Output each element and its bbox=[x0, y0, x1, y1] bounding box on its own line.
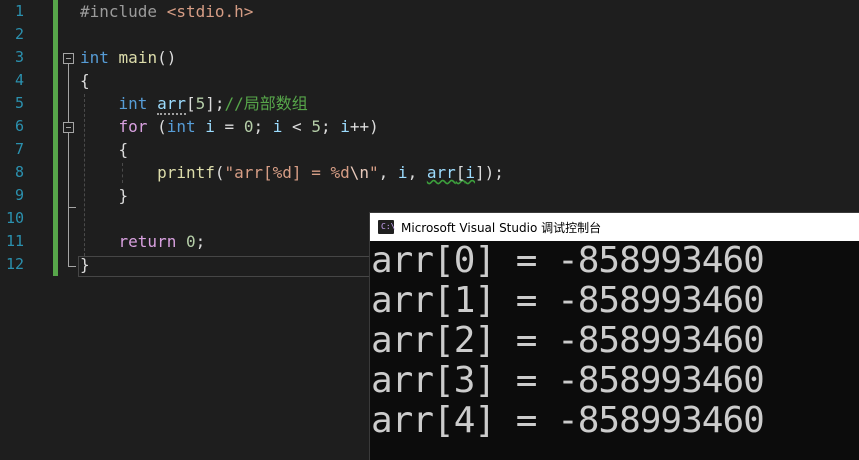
code-line-9[interactable]: 9 } bbox=[0, 184, 859, 207]
number: 5 bbox=[311, 117, 321, 136]
function-name: main bbox=[118, 48, 158, 67]
keyword: int bbox=[80, 48, 109, 67]
operator: ++) bbox=[349, 117, 379, 136]
line-number: 4 bbox=[14, 71, 24, 89]
line-number: 9 bbox=[14, 186, 24, 204]
line-number: 2 bbox=[14, 25, 24, 43]
code-line-4[interactable]: 4 { bbox=[0, 69, 859, 92]
code-line-7[interactable]: 7 { bbox=[0, 138, 859, 161]
escape-sequence: \n bbox=[349, 163, 369, 182]
keyword: for bbox=[118, 117, 148, 136]
punctuation: ( bbox=[157, 117, 167, 136]
punctuation: ; bbox=[320, 117, 331, 136]
code-line-3[interactable]: 3 int main() bbox=[0, 46, 859, 69]
code-line-6[interactable]: 6 for (int i = 0; i < 5; i++) bbox=[0, 115, 859, 138]
code-text: } bbox=[80, 253, 90, 276]
console-output-line: arr[2] = -858993460 bbox=[371, 320, 765, 361]
punctuation: ; bbox=[195, 232, 206, 251]
function-name: printf bbox=[157, 163, 215, 182]
console-app-icon: C:\ bbox=[378, 220, 396, 234]
console-output-line: arr[3] = -858993460 bbox=[371, 360, 765, 401]
punctuation: ( bbox=[214, 163, 225, 182]
console-output-line: arr[0] = -858993460 bbox=[371, 240, 765, 281]
operator: = bbox=[224, 117, 235, 136]
code-text: printf("arr[%d] = %d\n", i, arr[i]); bbox=[80, 161, 504, 184]
operator: < bbox=[292, 117, 302, 136]
debug-console-window[interactable]: C:\ Microsoft Visual Studio 调试控制台 arr[0]… bbox=[369, 212, 859, 460]
line-number: 8 bbox=[14, 163, 24, 181]
code-line-5[interactable]: 5 int arr[5];//局部数组 bbox=[0, 92, 859, 115]
punctuation: , bbox=[378, 163, 389, 182]
line-number: 7 bbox=[14, 140, 24, 158]
string-literal: "arr[%d] = %d bbox=[224, 163, 350, 182]
punctuation: ]; bbox=[205, 94, 225, 113]
brace: } bbox=[118, 186, 129, 205]
variable: i bbox=[272, 117, 283, 136]
keyword: int bbox=[118, 94, 148, 113]
brace: { bbox=[118, 140, 129, 159]
code-text: int main() bbox=[80, 46, 176, 69]
brace: } bbox=[80, 255, 90, 274]
variable: arr bbox=[157, 94, 186, 115]
code-text: int arr[5];//局部数组 bbox=[80, 92, 308, 115]
punctuation: ] bbox=[475, 163, 485, 182]
code-line-8[interactable]: 8 printf("arr[%d] = %d\n", i, arr[i]); bbox=[0, 161, 859, 184]
line-number: 3 bbox=[14, 48, 24, 66]
code-text: { bbox=[80, 69, 90, 92]
punctuation: () bbox=[157, 48, 177, 67]
punctuation: ); bbox=[484, 163, 504, 182]
line-number: 12 bbox=[5, 255, 24, 273]
code-line-1[interactable]: 1 #include <stdio.h> bbox=[0, 0, 859, 23]
line-number: 10 bbox=[5, 209, 24, 227]
punctuation: ; bbox=[253, 117, 264, 136]
code-text: return 0; bbox=[80, 230, 206, 253]
line-number: 5 bbox=[14, 94, 24, 112]
console-titlebar[interactable]: C:\ Microsoft Visual Studio 调试控制台 bbox=[370, 213, 859, 241]
line-number: 1 bbox=[14, 2, 24, 20]
code-text: { bbox=[80, 138, 129, 161]
variable: arr bbox=[426, 163, 456, 182]
console-app-icon-text: C:\ bbox=[381, 222, 396, 231]
punctuation: [ bbox=[455, 163, 466, 182]
line-number: 11 bbox=[5, 232, 24, 250]
string-literal: " bbox=[369, 163, 379, 182]
code-text: for (int i = 0; i < 5; i++) bbox=[80, 115, 379, 138]
console-output-line: arr[4] = -858993460 bbox=[371, 400, 765, 441]
code-text: #include <stdio.h> bbox=[80, 0, 253, 23]
number: 0 bbox=[185, 232, 196, 251]
variable: i bbox=[397, 163, 408, 182]
variable: i bbox=[340, 117, 350, 136]
code-line-2[interactable]: 2 bbox=[0, 23, 859, 46]
line-number: 6 bbox=[14, 117, 24, 135]
brace: { bbox=[80, 71, 90, 90]
include-header: <stdio.h> bbox=[166, 2, 254, 21]
code-text: } bbox=[80, 184, 129, 207]
number: 5 bbox=[195, 94, 206, 113]
punctuation: , bbox=[407, 163, 418, 182]
variable: i bbox=[465, 163, 476, 182]
console-title: Microsoft Visual Studio 调试控制台 bbox=[401, 220, 602, 235]
preprocessor-directive: #include bbox=[80, 2, 158, 21]
console-output[interactable]: arr[0] = -858993460 arr[1] = -858993460 … bbox=[370, 241, 859, 441]
console-output-line: arr[1] = -858993460 bbox=[371, 280, 765, 321]
variable: i bbox=[205, 117, 215, 136]
comment: //局部数组 bbox=[224, 94, 308, 113]
keyword: return bbox=[118, 232, 177, 251]
keyword: int bbox=[166, 117, 196, 136]
punctuation: [ bbox=[185, 94, 196, 113]
